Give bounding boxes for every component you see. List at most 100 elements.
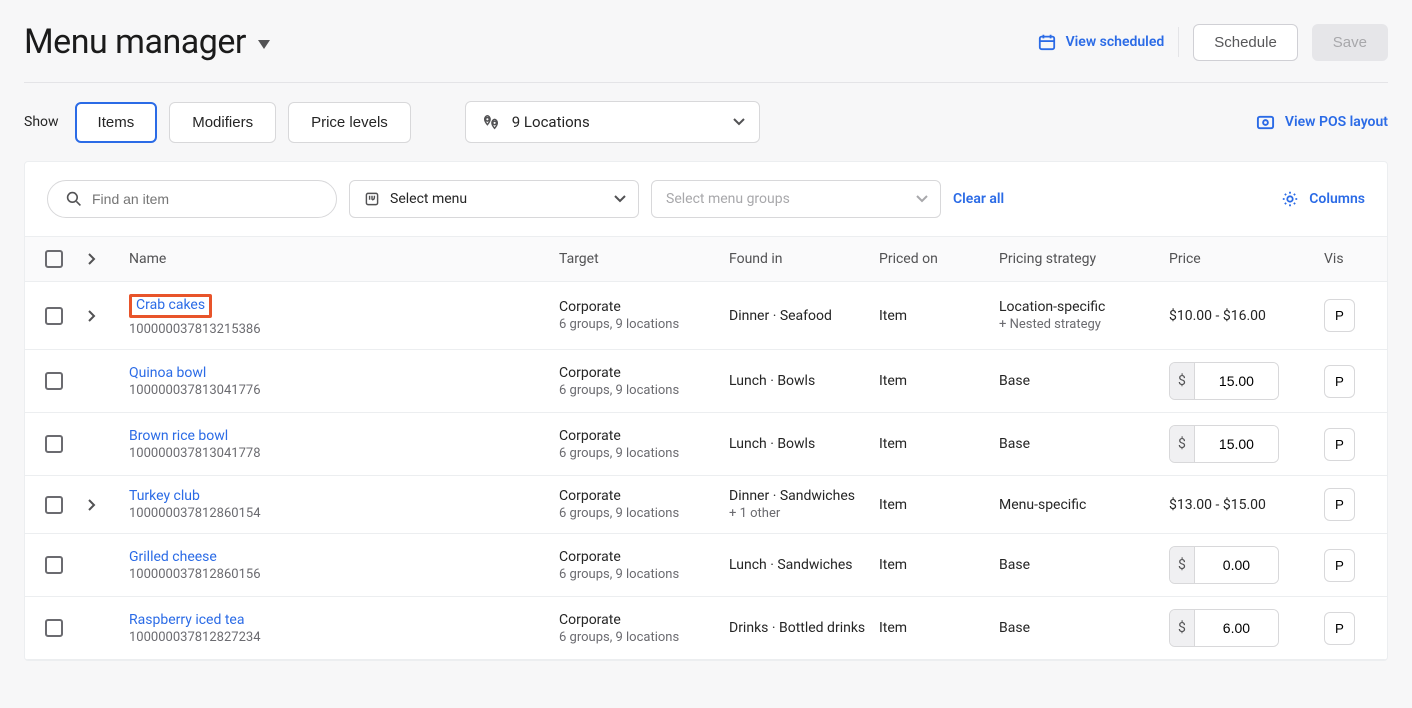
priced-on: Item <box>879 497 907 513</box>
gear-icon <box>1281 190 1299 208</box>
select-all-checkbox[interactable] <box>45 250 63 268</box>
visibility-button[interactable]: P <box>1324 428 1355 461</box>
visibility-button[interactable]: P <box>1324 612 1355 645</box>
tab-price-levels[interactable]: Price levels <box>288 102 411 143</box>
visibility-button[interactable]: P <box>1324 549 1355 582</box>
visibility-button[interactable]: P <box>1324 299 1355 332</box>
header-pricing-strategy[interactable]: Pricing strategy <box>999 251 1169 267</box>
row-checkbox[interactable] <box>45 556 63 574</box>
found-in: Lunch · Bowls <box>729 436 879 452</box>
found-in-extra: + 1 other <box>729 506 879 521</box>
columns-button[interactable]: Columns <box>1281 190 1365 208</box>
priced-on: Item <box>879 436 907 452</box>
found-in: Lunch · Sandwiches <box>729 557 879 573</box>
price-input[interactable]: $ <box>1169 362 1279 400</box>
chevron-down-icon <box>614 195 626 203</box>
item-name-link[interactable]: Grilled cheese <box>129 549 559 565</box>
location-pin-icon <box>482 113 500 131</box>
pricing-strategy: Base <box>999 620 1169 636</box>
visibility-button[interactable]: P <box>1324 365 1355 398</box>
item-id: 100000037812860156 <box>129 567 559 582</box>
search-input[interactable] <box>92 191 318 207</box>
target-detail: 6 groups, 9 locations <box>559 567 729 582</box>
save-button: Save <box>1312 24 1388 61</box>
chevron-right-icon[interactable] <box>87 309 129 323</box>
target-name: Corporate <box>559 612 729 628</box>
header-price[interactable]: Price <box>1169 251 1324 267</box>
price-field[interactable] <box>1195 610 1278 646</box>
schedule-button[interactable]: Schedule <box>1193 24 1298 61</box>
target-detail: 6 groups, 9 locations <box>559 446 729 461</box>
found-in: Drinks · Bottled drinks <box>729 620 879 636</box>
table-row: Raspberry iced tea100000037812827234Corp… <box>25 597 1387 660</box>
clear-all-button[interactable]: Clear all <box>953 191 1004 207</box>
price-range: $10.00 - $16.00 <box>1169 308 1266 324</box>
price-input[interactable]: $ <box>1169 425 1279 463</box>
table-row: Crab cakes 100000037813215386Corporate 6 g… <box>25 282 1387 350</box>
pricing-strategy: Base <box>999 373 1169 389</box>
header-priced-on[interactable]: Priced on <box>879 251 999 267</box>
item-name-link[interactable]: Crab cakes <box>136 297 205 313</box>
found-in: Lunch · Bowls <box>729 373 879 389</box>
locations-select[interactable]: 9 Locations <box>465 101 760 143</box>
price-field[interactable] <box>1195 547 1278 583</box>
target-detail: 6 groups, 9 locations <box>559 317 729 332</box>
price-input[interactable]: $ <box>1169 546 1279 584</box>
header-vis[interactable]: Vis <box>1324 251 1374 267</box>
currency-symbol: $ <box>1170 363 1195 399</box>
target-name: Corporate <box>559 428 729 444</box>
item-name-link[interactable]: Raspberry iced tea <box>129 612 559 628</box>
page-title: Menu manager <box>24 22 246 62</box>
pricing-strategy-nested: + Nested strategy <box>999 317 1169 332</box>
currency-symbol: $ <box>1170 426 1195 462</box>
row-checkbox[interactable] <box>45 496 63 514</box>
found-in: Dinner · Sandwiches <box>729 488 879 504</box>
tab-modifiers[interactable]: Modifiers <box>169 102 276 143</box>
price-field[interactable] <box>1195 363 1278 399</box>
item-id: 100000037812860154 <box>129 506 559 521</box>
target-detail: 6 groups, 9 locations <box>559 383 729 398</box>
select-menu[interactable]: Select menu <box>349 180 639 218</box>
item-name-link[interactable]: Brown rice bowl <box>129 428 559 444</box>
found-in: Dinner · Seafood <box>729 308 879 324</box>
target-detail: 6 groups, 9 locations <box>559 506 729 521</box>
table-row: Quinoa bowl100000037813041776Corporate6 … <box>25 350 1387 413</box>
currency-symbol: $ <box>1170 610 1195 646</box>
row-checkbox[interactable] <box>45 435 63 453</box>
tab-items[interactable]: Items <box>75 102 158 143</box>
table-row: Brown rice bowl100000037813041778Corpora… <box>25 413 1387 476</box>
target-detail: 6 groups, 9 locations <box>559 630 729 645</box>
target-name: Corporate <box>559 299 729 315</box>
chevron-down-icon <box>733 118 745 126</box>
currency-symbol: $ <box>1170 547 1195 583</box>
search-input-wrapper[interactable] <box>47 180 337 218</box>
visibility-button[interactable]: P <box>1324 488 1355 521</box>
price-input[interactable]: $ <box>1169 609 1279 647</box>
title-dropdown-icon[interactable] <box>258 40 270 50</box>
row-checkbox[interactable] <box>45 372 63 390</box>
target-name: Corporate <box>559 549 729 565</box>
view-pos-layout-button[interactable]: View POS layout <box>1256 113 1388 132</box>
item-id: 100000037813215386 <box>129 322 559 337</box>
price-field[interactable] <box>1195 426 1278 462</box>
item-name-link[interactable]: Turkey club <box>129 488 559 504</box>
header-name[interactable]: Name <box>129 251 559 267</box>
row-checkbox[interactable] <box>45 307 63 325</box>
header-found-in[interactable]: Found in <box>729 251 879 267</box>
row-checkbox[interactable] <box>45 619 63 637</box>
pricing-strategy: Base <box>999 557 1169 573</box>
priced-on: Item <box>879 373 907 389</box>
priced-on: Item <box>879 308 907 324</box>
header-target[interactable]: Target <box>559 251 729 267</box>
pricing-strategy: Location-specific <box>999 299 1169 315</box>
priced-on: Item <box>879 620 907 636</box>
chevron-right-icon[interactable] <box>87 252 129 266</box>
item-name-link[interactable]: Quinoa bowl <box>129 365 559 381</box>
table-row: Grilled cheese 100000037812860156Corporat… <box>25 534 1387 597</box>
search-icon <box>66 191 82 207</box>
chevron-down-icon <box>916 195 928 203</box>
chevron-right-icon[interactable] <box>87 498 129 512</box>
price-range: $13.00 - $15.00 <box>1169 497 1266 513</box>
view-scheduled-button[interactable]: View scheduled <box>1038 33 1165 51</box>
select-menu-groups[interactable]: Select menu groups <box>651 180 941 218</box>
